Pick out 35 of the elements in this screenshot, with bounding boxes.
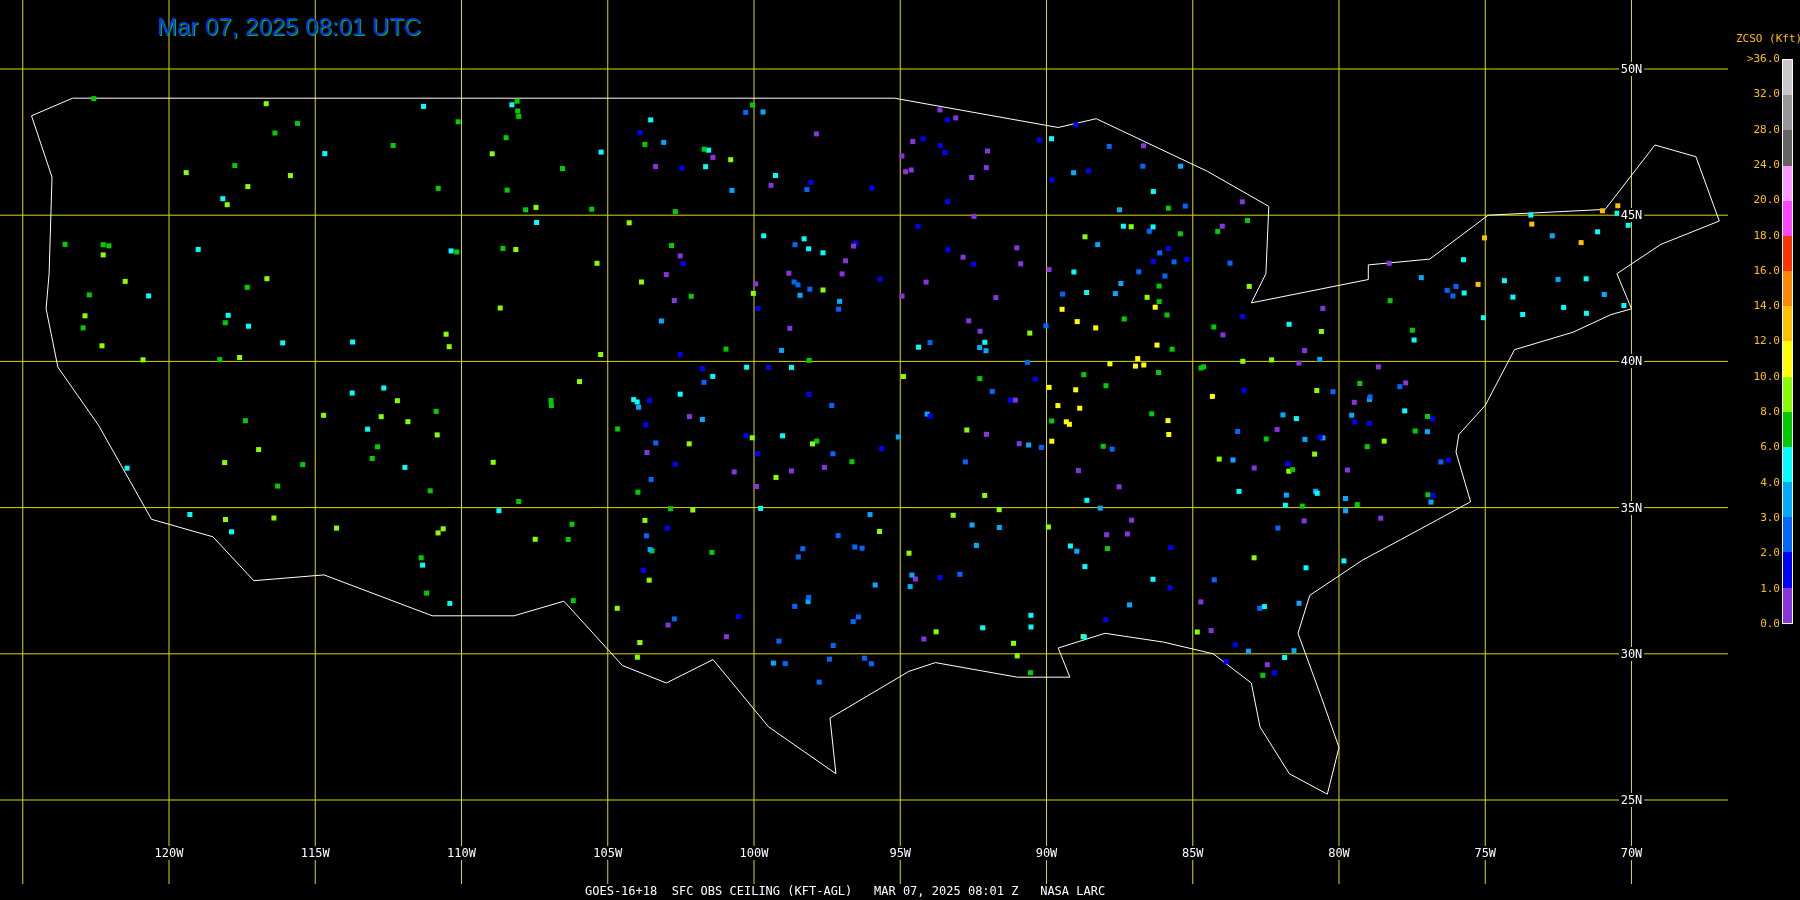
latitude-label: 25N — [1618, 793, 1645, 807]
legend-label: 6.0 — [1760, 441, 1780, 454]
longitude-label: 90W — [1033, 846, 1060, 860]
legend-label: 24.0 — [1753, 158, 1780, 171]
longitude-label: 75W — [1472, 846, 1499, 860]
legend-label: 32.0 — [1753, 88, 1780, 101]
legend-title: ZCSO (Kft) — [1736, 32, 1800, 45]
latitude-label: 50N — [1618, 62, 1645, 76]
longitude-label: 110W — [445, 846, 478, 860]
legend-label: 28.0 — [1753, 123, 1780, 136]
latitude-label: 30N — [1618, 646, 1645, 661]
longitude-label: 120W — [152, 846, 186, 860]
legend-label: 4.0 — [1760, 476, 1780, 489]
longitude-label: 70W — [1618, 846, 1645, 860]
product-caption: GOES-16+18 SFC OBS CEILING (KFT-AGL) MAR 07, 2025 08:01 Z NASA LARC — [585, 884, 1106, 898]
latitude-label: 45N — [1618, 208, 1645, 223]
latitude-label: 40N — [1618, 354, 1645, 369]
legend-label: 10.0 — [1753, 370, 1780, 383]
legend-label: 20.0 — [1753, 194, 1780, 207]
legend-label: 3.0 — [1760, 511, 1780, 524]
legend-label: 12.0 — [1753, 335, 1780, 348]
legend-label: 16.0 — [1753, 264, 1780, 277]
legend-label: 1.0 — [1760, 582, 1780, 595]
longitude-label: 105W — [591, 846, 625, 860]
longitude-label: 80W — [1326, 846, 1352, 860]
legend-label: 8.0 — [1760, 406, 1780, 418]
longitude-label: 95W — [887, 846, 914, 860]
legend-label: >36.0 — [1746, 53, 1780, 65]
latitude-label: 35N — [1618, 500, 1645, 515]
longitude-label: 100W — [737, 846, 771, 860]
legend-label: 2.0 — [1760, 547, 1780, 560]
legend-label: 0.0 — [1760, 617, 1780, 630]
legend-label: 14.0 — [1753, 300, 1780, 313]
longitude-label: 85W — [1179, 846, 1206, 860]
legend-label: 18.0 — [1753, 229, 1780, 242]
